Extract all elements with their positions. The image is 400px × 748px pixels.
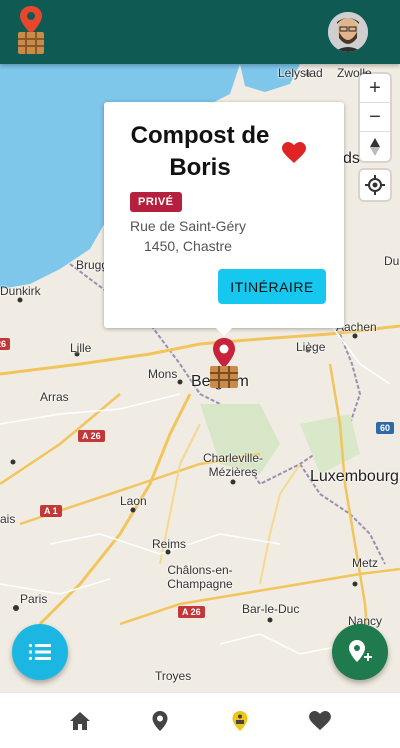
address-city: 1450, Chastre [144, 238, 232, 254]
popup-tip [214, 326, 234, 336]
map-label: Metz [352, 556, 379, 570]
private-badge: PRIVÉ [130, 192, 182, 212]
compost-map-marker[interactable] [206, 336, 242, 392]
map-label: Mons [148, 367, 178, 381]
map-pin-icon [152, 711, 168, 731]
bottom-navigation [0, 692, 400, 748]
map-label: Châlons-en-Champagne [167, 563, 233, 591]
heart-icon [309, 711, 331, 731]
add-location-icon [349, 640, 372, 662]
zoom-in-button[interactable]: + [360, 74, 390, 103]
map-label: Reims [152, 537, 187, 551]
map-label: Du [384, 254, 400, 268]
address-street: Rue de Saint-Géry [130, 218, 246, 234]
map-label: Luxembourg [310, 468, 399, 485]
map-label: Laon [120, 494, 147, 508]
map-label: Liège [296, 340, 326, 354]
nav-compost[interactable] [200, 693, 280, 748]
map-label: Troyes [155, 669, 192, 683]
compass-icon[interactable] [360, 132, 390, 161]
map-label: Charleville-Mézières [202, 451, 264, 479]
compost-pin-logo-icon[interactable] [14, 4, 48, 56]
nav-home[interactable] [40, 693, 120, 748]
road-shield: 60 [376, 422, 395, 434]
itinerary-button[interactable]: ITINÉRAIRE [218, 269, 326, 304]
list-view-button[interactable] [12, 624, 68, 680]
home-icon [70, 712, 90, 730]
map-label: Arras [40, 390, 69, 404]
map-label: Lelystad [278, 66, 323, 80]
zoom-control: + − [360, 74, 390, 161]
map-label: Dunkirk [0, 284, 41, 298]
add-location-button[interactable] [332, 624, 388, 680]
nav-favorites[interactable] [280, 693, 360, 748]
road-shield: A 26 [178, 606, 205, 618]
zoom-out-button[interactable]: − [360, 103, 390, 132]
geolocate-icon[interactable] [360, 170, 390, 200]
road-shield: 26 [0, 338, 11, 350]
road-shield: A 1 [40, 505, 62, 517]
list-icon [29, 644, 51, 660]
heart-icon[interactable] [282, 142, 306, 164]
compost-popup: Compost de Boris PRIVÉ Rue de Saint-Géry… [104, 102, 344, 328]
map-label: ds [343, 150, 360, 167]
compost-pin-icon [232, 711, 248, 731]
map-label: ais [0, 512, 16, 526]
popup-title: Compost de Boris [130, 122, 270, 181]
map-label: Paris [20, 592, 48, 606]
app-header [0, 0, 400, 64]
user-avatar[interactable] [328, 12, 368, 52]
road-shield: A 26 [78, 430, 105, 442]
map-label: Lille [70, 341, 92, 355]
map-label: Bar-le-Duc [242, 602, 300, 616]
nav-map[interactable] [120, 693, 200, 748]
